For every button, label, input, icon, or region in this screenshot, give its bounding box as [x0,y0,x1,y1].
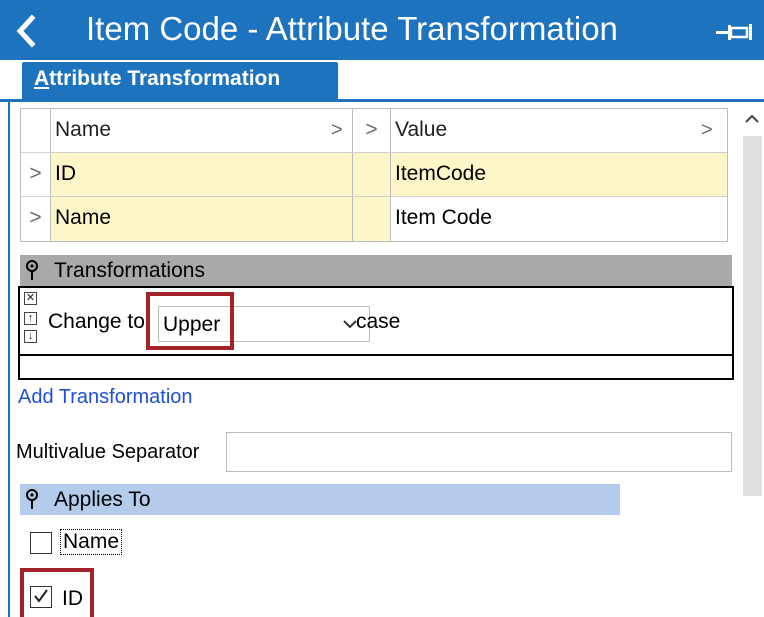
scrollbar-thumb[interactable] [743,136,762,496]
pushpin-icon[interactable] [24,489,40,511]
column-header-value[interactable]: Value > [391,109,727,152]
column-header-name[interactable]: Name > [51,109,353,152]
add-transformation-link[interactable]: Add Transformation [18,386,193,409]
row-expander[interactable]: > [21,153,51,196]
tab-accelerator: A [34,67,50,90]
window-title: Item Code - Attribute Transformation [86,10,618,47]
scroll-up-icon[interactable] [740,108,764,130]
move-down-icon[interactable]: ↓ [24,330,37,343]
change-to-label: Change to [48,310,145,333]
vertical-scrollbar[interactable] [740,102,764,617]
column-header-expander[interactable]: > [353,109,391,152]
table-row[interactable]: > ID ItemCode [21,153,727,197]
checkbox-name[interactable] [30,532,52,554]
grid-header-row: Name > > Value > [21,109,727,153]
tab-strip: Attribute Transformation [0,60,764,102]
pushpin-icon[interactable] [24,260,40,282]
transformation-item: ✕ ↑ ↓ Change to Upper case [18,286,734,356]
highlight-box-id [20,568,94,617]
content-frame-border [8,102,10,617]
table-cell-spacer [353,197,391,241]
chevron-right-icon: > [701,119,713,141]
case-suffix-label: case [356,310,401,333]
table-cell-value[interactable]: Item Code [391,197,727,241]
remove-icon[interactable]: ✕ [24,292,37,305]
applies-to-section-label: Applies To [54,488,151,511]
multivalue-separator-input[interactable] [226,432,732,472]
attribute-grid: Name > > Value > > ID ItemCode > Name It… [20,108,728,242]
title-bar: Item Code - Attribute Transformation [0,0,764,60]
column-header-name-label: Name [55,118,112,141]
applies-to-section-header[interactable]: Applies To [20,484,620,515]
chevron-left-icon[interactable] [14,14,38,48]
table-row[interactable]: > Name Item Code [21,197,727,241]
checkbox-name-label[interactable]: Name [60,529,123,555]
multivalue-separator-label: Multivalue Separator [16,441,200,463]
chevron-right-icon: > [365,118,378,141]
table-cell-name[interactable]: Name [51,197,353,241]
transformations-section-label: Transformations [54,259,205,282]
table-cell-spacer [353,153,391,196]
tab-label: ttribute Transformation [49,67,281,90]
highlight-box-upper [146,292,234,350]
table-cell-value[interactable]: ItemCode [391,153,727,196]
row-expander[interactable]: > [21,197,51,241]
transformation-list-footer [18,356,734,380]
move-up-icon[interactable]: ↑ [24,312,37,325]
column-header-value-label: Value [395,118,448,141]
table-cell-name[interactable]: ID [51,153,353,196]
chevron-right-icon: > [331,119,343,141]
tab-attribute-transformation[interactable]: Attribute Transformation [22,62,338,99]
grid-header-selector [21,109,51,152]
transformations-section-header[interactable]: Transformations [20,255,732,286]
pin-icon[interactable] [716,22,754,42]
